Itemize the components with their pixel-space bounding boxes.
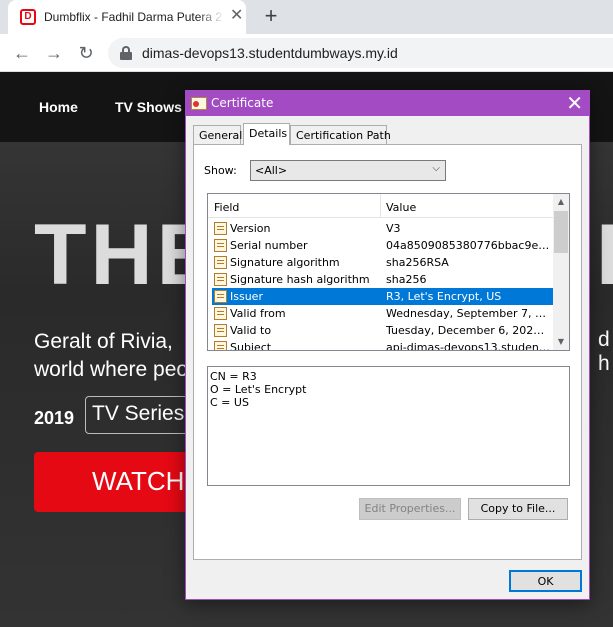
list-header: Field Value [208, 194, 553, 218]
lock-icon[interactable] [120, 46, 132, 60]
dumbflix-favicon-icon: D [20, 9, 36, 25]
reload-button[interactable]: ↻ [74, 41, 98, 65]
tab-certification-path[interactable]: Certification Path [290, 125, 391, 144]
column-header-value[interactable]: Value [386, 201, 416, 214]
ok-button[interactable]: OK [509, 570, 582, 592]
certificate-field-icon [214, 273, 227, 286]
hero-desc-right: d h [598, 328, 610, 375]
certificate-field-icon [214, 324, 227, 337]
list-item[interactable]: Valid from Wednesday, September 7, 20... [212, 305, 553, 322]
scroll-thumb[interactable] [554, 211, 568, 253]
browser-tab-strip: D Dumbflix - Fadhil Darma Putera 2 ✕ + [0, 0, 613, 34]
list-item[interactable]: Version V3 [212, 220, 553, 237]
row-value: api-dimas-devops13.studentd... [386, 341, 551, 351]
tab-close-icon[interactable]: ✕ [230, 8, 243, 24]
field-detail-textbox[interactable]: CN = R3 O = Let's Encrypt C = US [207, 366, 570, 486]
new-tab-button[interactable]: + [260, 5, 282, 27]
show-select[interactable]: <All> ⌵ [250, 160, 446, 181]
row-field: Signature hash algorithm [230, 273, 370, 286]
row-value: sha256RSA [386, 256, 449, 269]
certificate-field-icon [214, 256, 227, 269]
scroll-down-icon[interactable]: ▼ [553, 334, 569, 350]
row-value: R3, Let's Encrypt, US [386, 290, 502, 303]
row-field: Subject [230, 341, 272, 351]
row-value: Tuesday, December 6, 2022 9... [386, 324, 551, 337]
certificate-field-icon [214, 307, 227, 320]
show-select-value: <All> [255, 164, 288, 177]
back-button[interactable]: ← [10, 41, 34, 65]
detail-line: O = Let's Encrypt [210, 383, 307, 396]
list-item[interactable]: Signature algorithm sha256RSA [212, 254, 553, 271]
certificate-icon [191, 97, 207, 110]
certificate-field-icon [214, 222, 227, 235]
list-item[interactable]: Serial number 04a8509085380776bbac9e20..… [212, 237, 553, 254]
row-value: sha256 [386, 273, 427, 286]
list-item[interactable]: Valid to Tuesday, December 6, 2022 9... [212, 322, 553, 339]
edit-properties-button[interactable]: Edit Properties... [359, 498, 461, 520]
browser-tab[interactable]: D Dumbflix - Fadhil Darma Putera 2 ✕ [8, 0, 246, 34]
row-value: V3 [386, 222, 401, 235]
url-text[interactable]: dimas-devops13.studentdumbways.my.id [142, 45, 398, 61]
row-field: Issuer [230, 290, 263, 303]
column-divider[interactable] [380, 194, 381, 218]
address-bar[interactable]: dimas-devops13.studentdumbways.my.id [108, 38, 613, 68]
list-item[interactable]: Subject api-dimas-devops13.studentd... [212, 339, 553, 351]
detail-line: C = US [210, 396, 249, 409]
row-field: Version [230, 222, 271, 235]
list-item-selected[interactable]: Issuer R3, Let's Encrypt, US [212, 288, 553, 305]
list-scrollbar[interactable]: ▲ ▼ [553, 194, 569, 350]
column-header-field[interactable]: Field [214, 201, 239, 214]
show-label: Show: [204, 164, 237, 177]
list-item[interactable]: Signature hash algorithm sha256 [212, 271, 553, 288]
row-field: Serial number [230, 239, 308, 252]
certificate-dialog: Certificate ✕ General Details Certificat… [185, 90, 590, 600]
row-field: Valid to [230, 324, 272, 337]
dialog-titlebar[interactable]: Certificate ✕ [186, 91, 589, 116]
row-value: 04a8509085380776bbac9e20... [386, 239, 551, 252]
scroll-up-icon[interactable]: ▲ [553, 194, 569, 210]
detail-line: CN = R3 [210, 370, 257, 383]
field-list[interactable]: Field Value Version V3 Serial number 04a… [207, 193, 570, 351]
certificate-field-icon [214, 341, 227, 350]
dialog-title: Certificate [211, 96, 274, 110]
certificate-field-icon [214, 290, 227, 303]
certificate-field-icon [214, 239, 227, 252]
nav-tv-shows-link[interactable]: TV Shows [115, 99, 182, 115]
details-panel: Show: <All> ⌵ Field Value Version V3 Ser… [193, 144, 582, 560]
chevron-down-icon: ⌵ [432, 163, 440, 174]
hero-title-right: R [596, 212, 613, 298]
forward-button[interactable]: → [42, 41, 66, 65]
row-field: Valid from [230, 307, 286, 320]
nav-home-link[interactable]: Home [39, 99, 78, 115]
copy-to-file-button[interactable]: Copy to File... [468, 498, 568, 520]
hero-year: 2019 [34, 408, 75, 428]
row-field: Signature algorithm [230, 256, 340, 269]
tab-details[interactable]: Details [243, 123, 290, 145]
tab-title: Dumbflix - Fadhil Darma Putera 2 [44, 10, 223, 24]
row-value: Wednesday, September 7, 20... [386, 307, 551, 320]
tab-general[interactable]: General [193, 125, 242, 144]
dialog-close-icon[interactable]: ✕ [566, 92, 583, 114]
browser-toolbar: ← → ↻ dimas-devops13.studentdumbways.my.… [0, 34, 613, 72]
